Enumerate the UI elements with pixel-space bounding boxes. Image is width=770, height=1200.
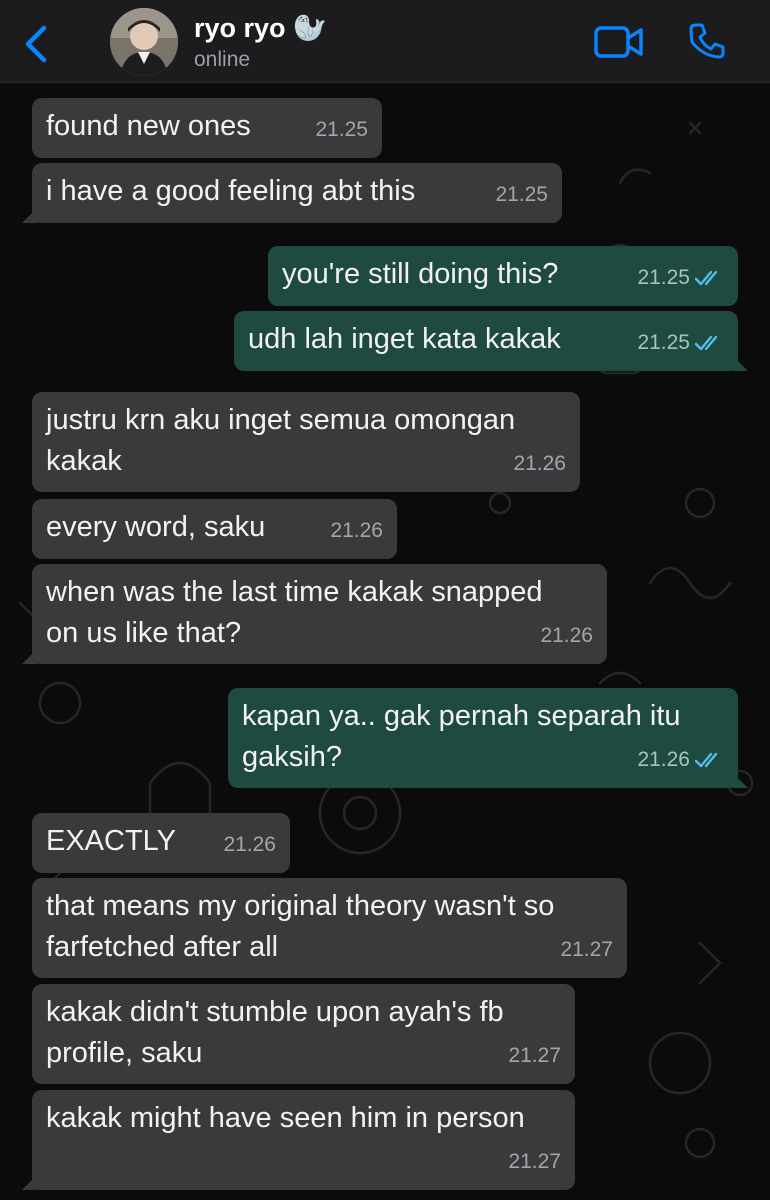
bubble-tail (22, 648, 38, 664)
incoming-message[interactable]: kakak didn't stumble upon ayah's fb prof… (32, 984, 575, 1084)
message-timestamp: 21.27 (508, 1141, 561, 1182)
bubble-tail (22, 1174, 38, 1190)
double-check-icon (694, 752, 718, 767)
message-timestamp: 21.25 (495, 174, 548, 215)
contact-name[interactable]: ryo ryo 🦭 (194, 12, 327, 44)
message-text: justru krn aku inget semua omongan kakak (46, 404, 516, 477)
message-timestamp: 21.25 (315, 109, 368, 150)
bubble-tail (22, 207, 38, 223)
outgoing-message[interactable]: you're still doing this? 21.25 (268, 246, 738, 306)
timestamp-text: 21.26 (637, 748, 690, 771)
avatar[interactable] (110, 8, 178, 76)
incoming-message[interactable]: found new ones 21.25 (32, 98, 382, 158)
chat-area[interactable]: found new ones 21.25 i have a good feeling… (0, 83, 770, 1200)
contact-status: online (194, 48, 251, 71)
message-timestamp: 21.26 (330, 510, 383, 551)
message-timestamp: 21.25 (637, 257, 724, 298)
message-text: kakak didn't stumble upon ayah's fb prof… (46, 996, 504, 1069)
message-text: that means my original theory wasn't so … (46, 890, 555, 963)
video-call-icon[interactable] (594, 26, 644, 58)
incoming-message[interactable]: EXACTLY 21.26 (32, 813, 290, 873)
timestamp-text: 21.25 (495, 183, 548, 206)
incoming-message[interactable]: justru krn aku inget semua omongan kakak… (32, 392, 580, 492)
message-timestamp: 21.26 (540, 615, 593, 656)
timestamp-text: 21.27 (560, 938, 613, 961)
message-text: when was the last time kakak snapped on … (46, 576, 543, 649)
message-timestamp: 21.27 (560, 929, 613, 970)
message-text: kakak might have seen him in person (46, 1102, 525, 1134)
message-timestamp: 21.25 (637, 322, 724, 363)
chat-header: ryo ryo 🦭 online (0, 0, 770, 83)
timestamp-text: 21.27 (508, 1044, 561, 1067)
timestamp-text: 21.26 (513, 452, 566, 475)
timestamp-text: 21.26 (540, 624, 593, 647)
incoming-message[interactable]: when was the last time kakak snapped on … (22, 564, 607, 664)
timestamp-text: 21.27 (508, 1150, 561, 1173)
incoming-message[interactable]: every word, saku 21.26 (32, 499, 397, 559)
message-text: i have a good feeling abt this (46, 175, 416, 207)
message-timestamp: 21.26 (637, 739, 724, 780)
outgoing-message[interactable]: kapan ya.. gak pernah separah itu gaksih… (228, 688, 748, 788)
double-check-icon (694, 335, 718, 350)
phone-icon[interactable] (688, 22, 726, 60)
timestamp-text: 21.26 (223, 833, 276, 856)
timestamp-text: 21.25 (637, 331, 690, 354)
bubble-tail (732, 355, 748, 371)
incoming-message[interactable]: kakak might have seen him in person 21.27 (22, 1090, 575, 1190)
timestamp-text: 21.25 (315, 118, 368, 141)
timestamp-text: 21.25 (637, 266, 690, 289)
message-timestamp: 21.26 (223, 824, 276, 865)
bubble-tail (732, 772, 748, 788)
incoming-message[interactable]: that means my original theory wasn't so … (32, 878, 627, 978)
timestamp-text: 21.26 (330, 519, 383, 542)
incoming-message[interactable]: i have a good feeling abt this 21.25 (22, 163, 562, 223)
back-chevron-icon[interactable] (22, 24, 52, 64)
message-timestamp: 21.26 (513, 443, 566, 484)
message-timestamp: 21.27 (508, 1035, 561, 1076)
double-check-icon (694, 270, 718, 285)
outgoing-message[interactable]: udh lah inget kata kakak 21.25 (234, 311, 748, 371)
